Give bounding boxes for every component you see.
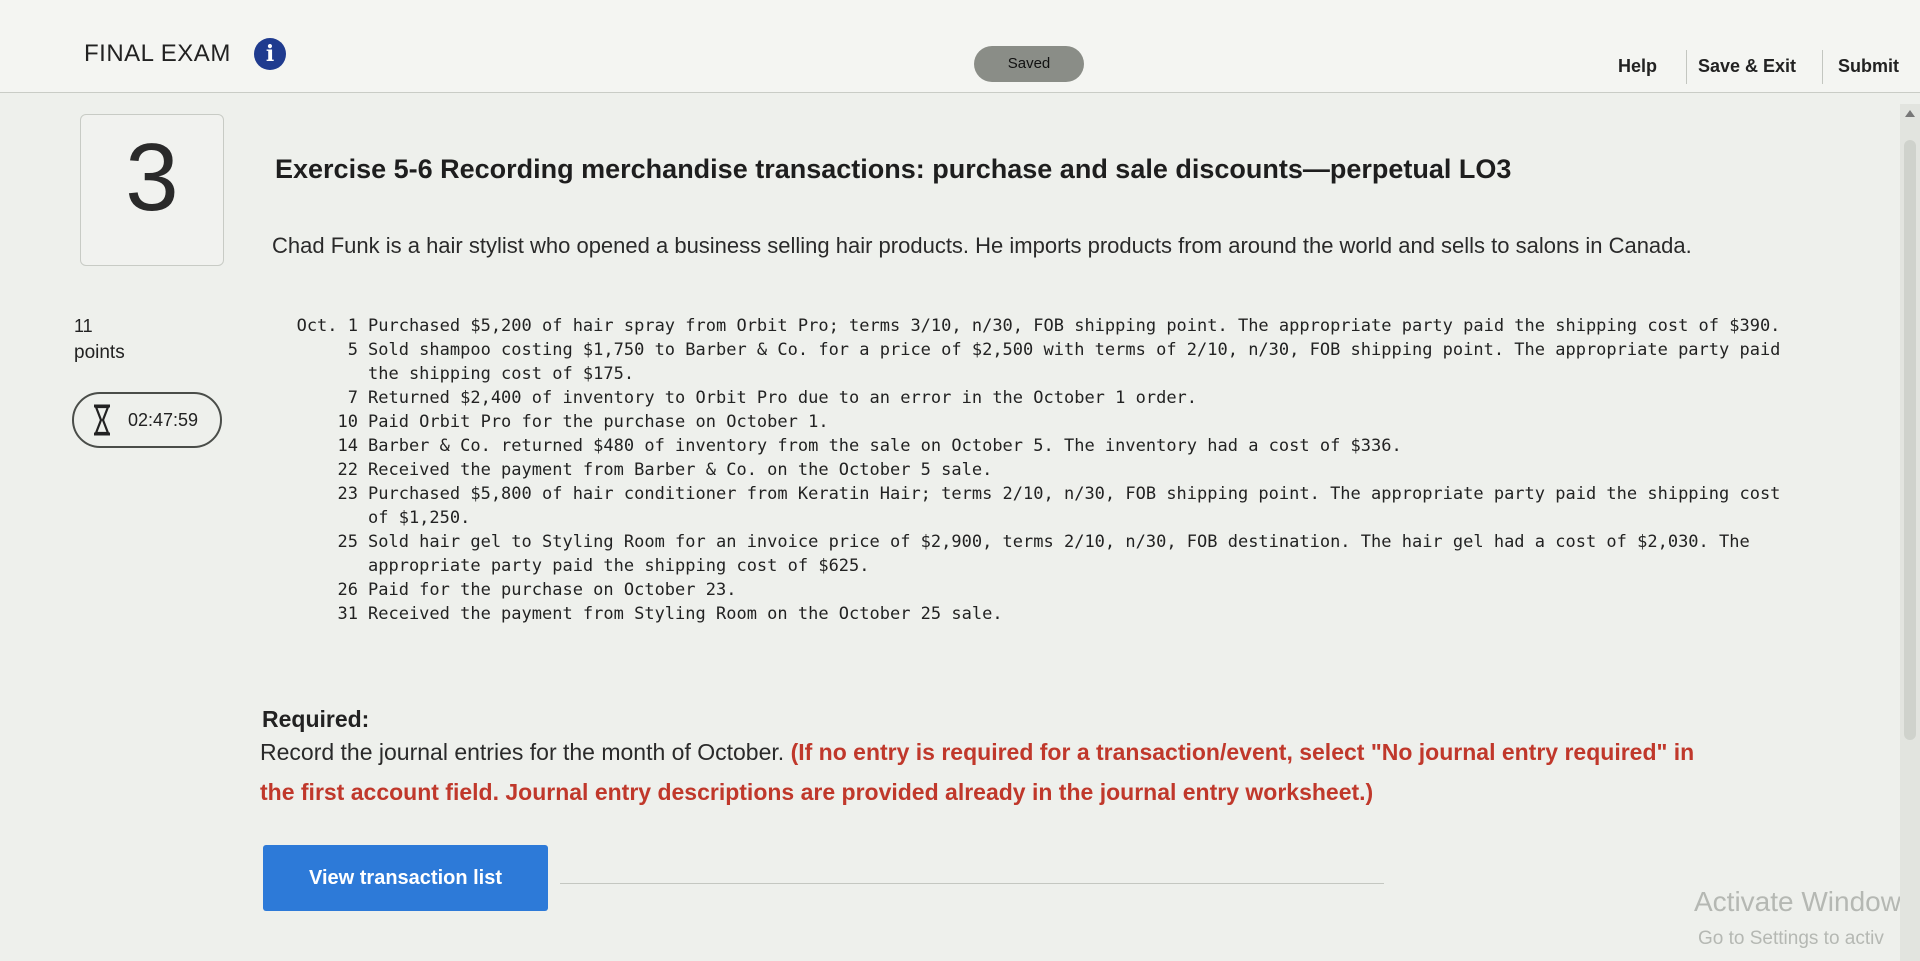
transaction-date: 5	[347, 340, 358, 360]
transaction-text: Sold hair gel to Styling Room for an inv…	[368, 532, 1750, 576]
transaction-row: 14 Barber & Co. returned $480 of invento…	[262, 434, 1782, 458]
transaction-text: Paid Orbit Pro for the purchase on Octob…	[368, 412, 829, 432]
exercise-title: Exercise 5-6 Recording merchandise trans…	[275, 154, 1512, 184]
exam-title: FINAL EXAM	[84, 40, 231, 67]
question-number: 3	[125, 124, 179, 231]
submit-button[interactable]: Submit	[1838, 56, 1899, 77]
save-exit-button[interactable]: Save & Exit	[1698, 56, 1796, 77]
transaction-text: Purchased $5,200 of hair spray from Orbi…	[368, 316, 1781, 336]
exercise-intro: Chad Funk is a hair stylist who opened a…	[272, 233, 1692, 258]
top-bar: FINAL EXAM i Saved Help Save & Exit Subm…	[0, 0, 1920, 93]
nav-divider	[1686, 50, 1687, 84]
transaction-list: Oct. 1 Purchased $5,200 of hair spray fr…	[262, 314, 1782, 626]
transaction-text: Received the payment from Barber & Co. o…	[368, 460, 993, 480]
transaction-row: 22 Received the payment from Barber & Co…	[262, 458, 1782, 482]
transaction-text: Returned $2,400 of inventory to Orbit Pr…	[368, 388, 1198, 408]
transaction-row: 10 Paid Orbit Pro for the purchase on Oc…	[262, 410, 1782, 434]
transaction-date: 26	[337, 580, 358, 600]
transaction-row: 26 Paid for the purchase on October 23.	[262, 578, 1782, 602]
transaction-text: Sold shampoo costing $1,750 to Barber & …	[368, 340, 1781, 384]
divider	[560, 883, 1384, 884]
nav-divider	[1822, 50, 1823, 84]
transaction-date: 22	[337, 460, 358, 480]
view-transaction-list-button[interactable]: View transaction list	[263, 845, 548, 911]
transaction-text: Barber & Co. returned $480 of inventory …	[368, 436, 1402, 456]
transaction-date: 14	[337, 436, 358, 456]
required-label: Required:	[262, 706, 370, 732]
transaction-row: 5 Sold shampoo costing $1,750 to Barber …	[262, 338, 1782, 386]
transaction-row: 25 Sold hair gel to Styling Room for an …	[262, 530, 1782, 578]
saved-status-badge: Saved	[974, 46, 1084, 82]
points-value: 11	[74, 316, 93, 336]
scroll-up-arrow-icon[interactable]	[1905, 110, 1915, 117]
transaction-text: Received the payment from Styling Room o…	[368, 604, 1003, 624]
transaction-row: 7 Returned $2,400 of inventory to Orbit …	[262, 386, 1782, 410]
transaction-text: Paid for the purchase on October 23.	[368, 580, 737, 600]
points-label: points	[74, 342, 125, 363]
transaction-date: 31	[337, 604, 358, 624]
hourglass-icon	[94, 404, 110, 436]
transaction-date: 7	[347, 388, 358, 408]
transaction-row: 31 Received the payment from Styling Roo…	[262, 602, 1782, 626]
activate-windows-watermark: Activate Window	[1694, 886, 1901, 917]
transaction-row: 23 Purchased $5,800 of hair conditioner …	[262, 482, 1782, 530]
activate-windows-subtext: Go to Settings to activ	[1698, 928, 1884, 949]
transaction-date: 10	[337, 412, 358, 432]
timer-value: 02:47:59	[128, 410, 199, 430]
transaction-row: Oct. 1 Purchased $5,200 of hair spray fr…	[262, 314, 1782, 338]
timer[interactable]: 02:47:59	[72, 392, 222, 448]
scrollbar-thumb[interactable]	[1904, 140, 1916, 740]
transaction-date: Oct. 1	[296, 316, 358, 336]
transaction-text: Purchased $5,800 of hair conditioner fro…	[368, 484, 1781, 528]
required-text: Record the journal entries for the month…	[260, 739, 785, 765]
transaction-date: 25	[337, 532, 358, 552]
help-button[interactable]: Help	[1618, 56, 1657, 77]
transaction-date: 23	[337, 484, 358, 504]
info-icon[interactable]: i	[254, 38, 286, 70]
required-instructions: Record the journal entries for the month…	[260, 732, 1700, 812]
question-number-box: 3	[80, 114, 224, 266]
